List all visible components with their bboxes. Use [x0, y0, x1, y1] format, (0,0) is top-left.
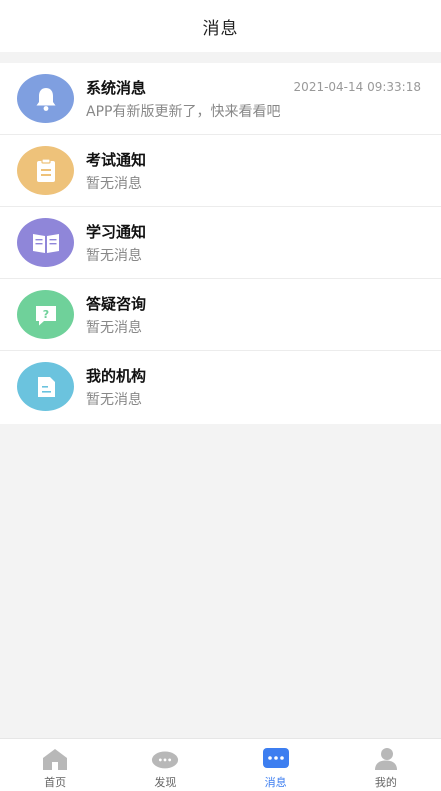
- message-item-qa[interactable]: ? 答疑咨询 暂无消息: [0, 279, 441, 351]
- message-item-study[interactable]: 学习通知 暂无消息: [0, 207, 441, 279]
- bell-icon: [17, 74, 74, 123]
- book-icon: [17, 218, 74, 267]
- message-subtitle: 暂无消息: [86, 320, 142, 336]
- bottom-tab-bar: 首页 发现 消息 我的: [0, 738, 441, 791]
- message-item-exam[interactable]: 考试通知 暂无消息: [0, 135, 441, 207]
- clipboard-icon: [17, 146, 74, 195]
- tab-home[interactable]: 首页: [0, 739, 110, 791]
- message-list: 系统消息 APP有新版更新了，快来看看吧 2021-04-14 09:33:18…: [0, 63, 441, 424]
- message-subtitle: 暂无消息: [86, 248, 142, 264]
- tab-profile[interactable]: 我的: [331, 739, 441, 791]
- message-icon: [262, 747, 290, 771]
- message-timestamp: 2021-04-14 09:33:18: [293, 80, 421, 94]
- tab-discover[interactable]: 发现: [110, 739, 220, 791]
- message-title: 系统消息: [86, 79, 147, 97]
- message-subtitle: APP有新版更新了，快来看看吧: [86, 104, 281, 120]
- message-title: 考试通知: [86, 151, 147, 169]
- message-item-system[interactable]: 系统消息 APP有新版更新了，快来看看吧 2021-04-14 09:33:18: [0, 63, 441, 135]
- document-icon: [17, 362, 74, 411]
- svg-text:?: ?: [42, 308, 48, 321]
- question-chat-icon: ?: [17, 290, 74, 339]
- message-subtitle: 暂无消息: [86, 392, 142, 408]
- discover-icon: [151, 747, 179, 771]
- profile-icon: [372, 747, 400, 771]
- message-item-organization[interactable]: 我的机构 暂无消息: [0, 351, 441, 424]
- tab-label: 消息: [264, 776, 287, 789]
- tab-label: 发现: [154, 776, 177, 789]
- tab-label: 我的: [374, 776, 397, 789]
- message-title: 我的机构: [86, 367, 147, 385]
- tab-label: 首页: [44, 776, 67, 789]
- tab-messages[interactable]: 消息: [221, 739, 331, 791]
- message-subtitle: 暂无消息: [86, 176, 142, 192]
- message-title: 答疑咨询: [86, 295, 147, 313]
- home-icon: [41, 747, 69, 771]
- message-title: 学习通知: [86, 223, 147, 241]
- top-bar: 消息: [0, 0, 441, 52]
- page-title: 消息: [202, 18, 239, 39]
